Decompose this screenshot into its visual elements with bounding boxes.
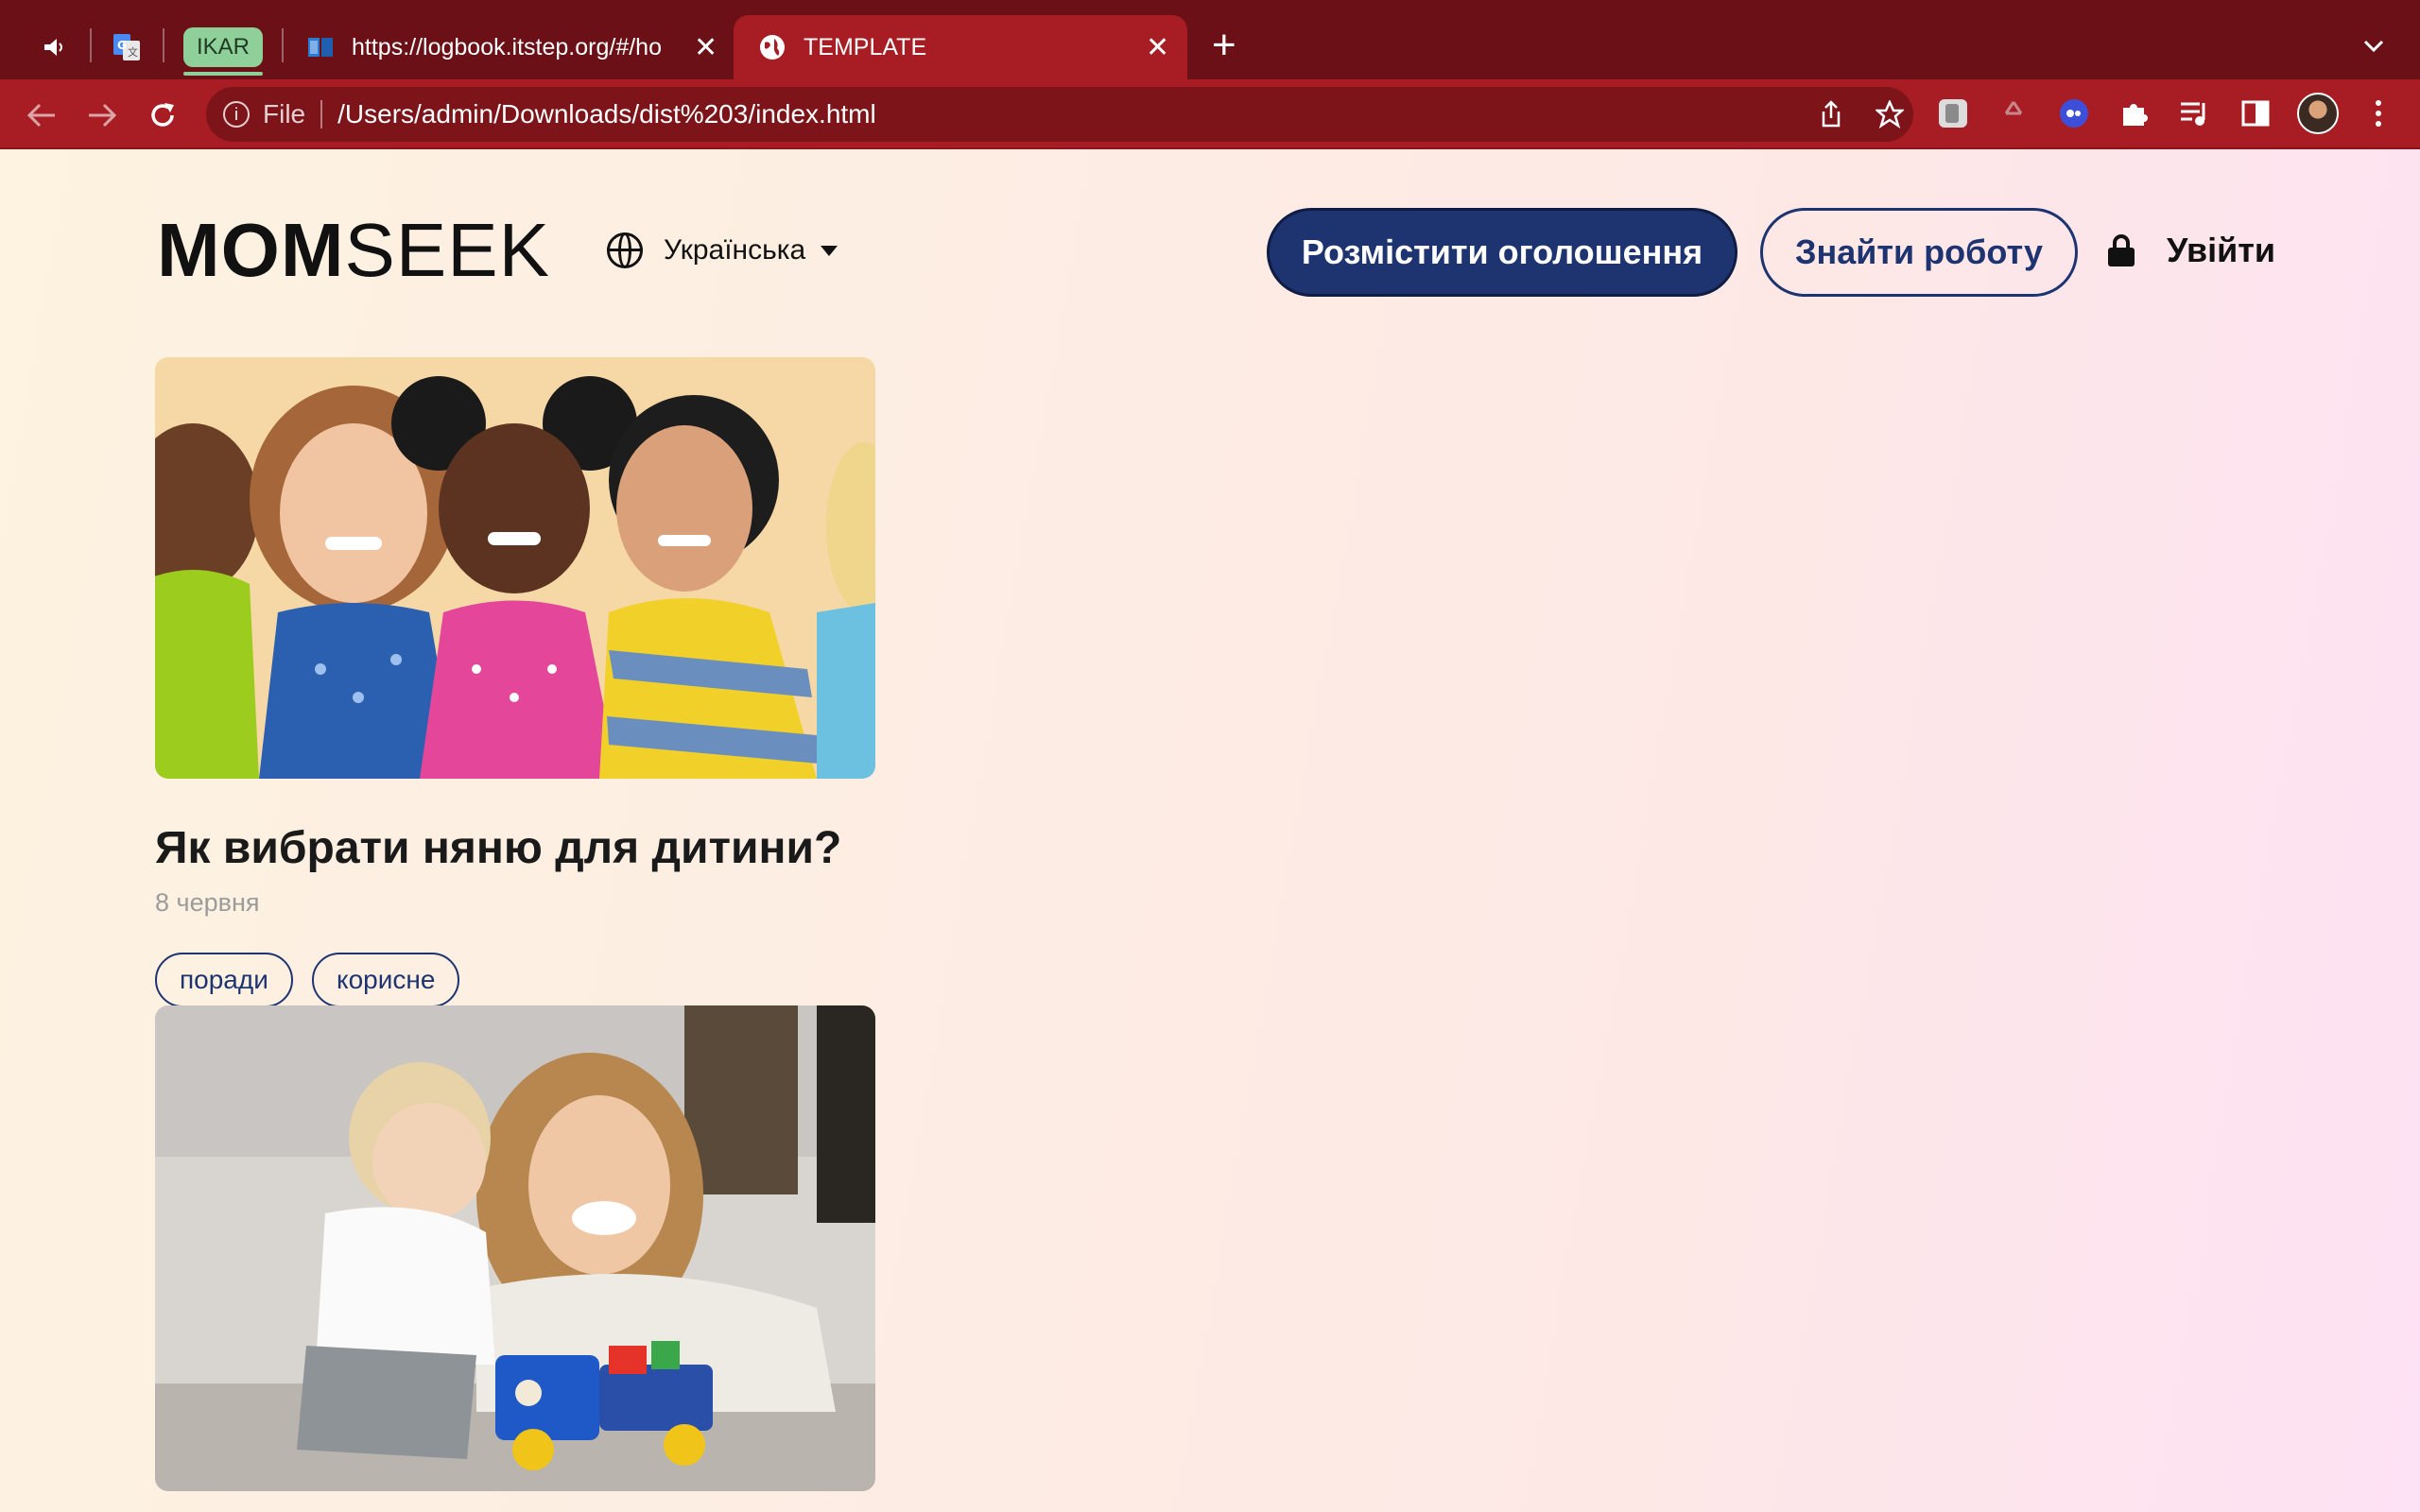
book-icon: [308, 38, 333, 57]
site-header: MOMSEEK Українська Розмістити оголошення…: [0, 149, 2420, 357]
chevron-down-icon: [2363, 40, 2384, 53]
bookmark-star-icon[interactable]: [1874, 98, 1906, 130]
globe-icon: [760, 35, 785, 60]
tag-chip[interactable]: поради: [155, 953, 293, 1007]
logo-bold: MOM: [157, 208, 345, 292]
article-image-kids[interactable]: [155, 357, 875, 779]
tab-pinned-translate[interactable]: G 文: [104, 19, 149, 76]
plus-icon: +: [1212, 22, 1236, 68]
tab-logbook-title: https://logbook.itstep.org/#/ho: [352, 33, 662, 60]
kids-photo: [155, 357, 875, 779]
extension-button[interactable]: [2057, 96, 2091, 130]
reload-icon: [151, 103, 174, 127]
address-scheme: File: [263, 99, 306, 129]
media-control-button[interactable]: [2178, 96, 2212, 130]
close-icon[interactable]: ✕: [1146, 31, 1169, 64]
more-vertical-icon: [2376, 100, 2381, 127]
arrow-right-icon: [89, 103, 117, 128]
address-url[interactable]: /Users/admin/Downloads/dist%203/index.ht…: [337, 99, 876, 129]
puzzle-icon: [2123, 104, 2148, 126]
extension-button[interactable]: [1936, 96, 1970, 130]
forward-button[interactable]: [83, 96, 121, 134]
tab-search-button[interactable]: [2363, 28, 2384, 60]
google-translate-icon: G 文: [113, 34, 140, 60]
speaker-icon: [44, 39, 62, 56]
lock-icon: [2108, 234, 2135, 266]
back-button[interactable]: [23, 96, 60, 134]
tab-group-ikar[interactable]: IKAR: [183, 27, 263, 67]
extension-button[interactable]: [1996, 96, 2031, 130]
post-ad-button[interactable]: Розмістити оголошення: [1267, 208, 1737, 297]
article-image-nanny[interactable]: [155, 1005, 875, 1491]
language-selector[interactable]: Українська: [607, 232, 838, 268]
login-link[interactable]: Увійти: [2108, 231, 2275, 270]
new-tab-button[interactable]: +: [1212, 25, 1236, 66]
tab-logbook[interactable]: https://logbook.itstep.org/#/ho ✕: [293, 15, 730, 79]
article-title[interactable]: Як вибрати няню для дитини?: [155, 822, 841, 874]
svg-text:文: 文: [128, 45, 138, 59]
caret-down-icon: [821, 245, 838, 256]
reload-button[interactable]: [144, 96, 182, 134]
tab-template-title: TEMPLATE: [804, 33, 927, 60]
tag-chip[interactable]: корисне: [312, 953, 460, 1007]
extensions-menu-button[interactable]: [2118, 96, 2152, 130]
find-job-button[interactable]: Знайти роботу: [1760, 208, 2078, 297]
login-label: Увійти: [2167, 231, 2276, 269]
logo-light: SEEK: [344, 208, 550, 292]
nanny-photo: [155, 1005, 875, 1491]
arrow-left-icon: [26, 103, 55, 128]
tab-template[interactable]: TEMPLATE ✕: [734, 15, 1187, 79]
svg-text:G: G: [117, 39, 127, 52]
address-divider: [320, 100, 323, 129]
tab-strip: G 文 IKAR https://logbook.itstep.org/#/ho…: [0, 0, 2420, 79]
info-icon[interactable]: i: [223, 101, 250, 128]
tab-pinned-audio[interactable]: [32, 19, 78, 76]
article-date: 8 червня: [155, 888, 260, 917]
site-logo[interactable]: MOMSEEK: [157, 208, 550, 293]
page-viewport: MOMSEEK Українська Розмістити оголошення…: [0, 149, 2420, 1512]
language-label: Українська: [664, 234, 806, 266]
close-icon[interactable]: ✕: [694, 31, 717, 64]
extension-icon: [1939, 99, 1967, 128]
profile-avatar[interactable]: [2297, 93, 2339, 134]
playlist-icon: [2181, 102, 2205, 126]
recycle-icon: [2004, 101, 2023, 115]
chat-bot-icon: [2060, 99, 2088, 128]
browser-menu-button[interactable]: [2371, 94, 2386, 132]
side-panel-button[interactable]: [2238, 96, 2273, 130]
tab-group-underline: [183, 72, 263, 76]
address-bar[interactable]: i File /Users/admin/Downloads/dist%203/i…: [206, 87, 1913, 142]
share-icon[interactable]: [1815, 98, 1847, 130]
globe-icon: [607, 232, 643, 268]
side-panel-icon: [2241, 100, 2270, 127]
